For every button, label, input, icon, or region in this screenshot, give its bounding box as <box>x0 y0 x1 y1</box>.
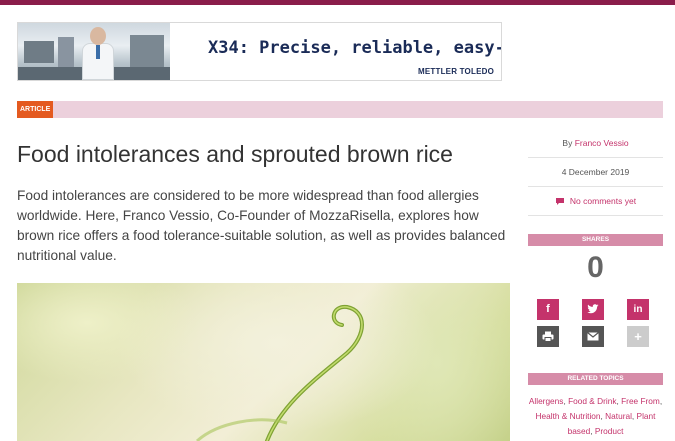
category-bar: ARTICLE <box>17 101 663 118</box>
topic-link-product[interactable]: Product <box>595 426 624 436</box>
shares-header: SHARES <box>528 234 663 246</box>
envelope-icon <box>587 332 599 341</box>
category-badge[interactable]: ARTICLE <box>17 101 54 118</box>
related-topics-list: Allergens, Food & Drink, Free From, Heal… <box>528 396 663 436</box>
topic-link-health-nutrition[interactable]: Health & Nutrition <box>536 411 601 421</box>
plus-icon: + <box>634 329 642 344</box>
divider <box>528 186 663 187</box>
top-accent-bar <box>0 0 675 5</box>
facebook-icon: f <box>546 303 550 315</box>
banner-photo <box>18 23 170 80</box>
printer-icon <box>542 331 554 342</box>
topic-link-food-drink[interactable]: Food & Drink <box>568 396 616 406</box>
share-linkedin-button[interactable]: in <box>627 299 649 320</box>
related-topics-header: RELATED TOPICS <box>528 373 663 385</box>
print-button[interactable] <box>537 326 559 347</box>
banner-headline: X34: Precise, reliable, easy-to-use <box>208 38 502 58</box>
publish-date: 4 December 2019 <box>561 167 630 177</box>
banner-brand-logo: METTLER TOLEDO <box>418 67 494 76</box>
topic-link-natural[interactable]: Natural <box>605 411 632 421</box>
more-share-button[interactable]: + <box>627 326 649 347</box>
article-title: Food intolerances and sprouted brown ric… <box>17 141 453 167</box>
hero-image-sprout <box>17 283 510 441</box>
article-byline: By Franco Vessio <box>528 138 663 148</box>
speech-bubble-icon <box>555 198 564 205</box>
topic-link-allergens[interactable]: Allergens <box>529 396 564 406</box>
article-intro: Food intolerances are considered to be m… <box>17 188 506 263</box>
divider <box>528 157 663 158</box>
author-link[interactable]: Franco Vessio <box>575 138 629 148</box>
share-twitter-button[interactable] <box>582 299 604 320</box>
divider <box>528 215 663 216</box>
linkedin-icon: in <box>633 304 643 315</box>
share-facebook-button[interactable]: f <box>537 299 559 320</box>
byline-label: By <box>562 138 573 148</box>
comments-link[interactable]: No comments yet <box>528 196 663 206</box>
shares-count: 0 <box>587 251 604 284</box>
email-share-button[interactable] <box>582 326 604 347</box>
comments-label: No comments yet <box>569 196 637 206</box>
topic-link-free-from[interactable]: Free From <box>621 396 660 406</box>
advert-banner[interactable]: X34: Precise, reliable, easy-to-use METT… <box>17 22 502 81</box>
twitter-icon <box>587 304 599 314</box>
